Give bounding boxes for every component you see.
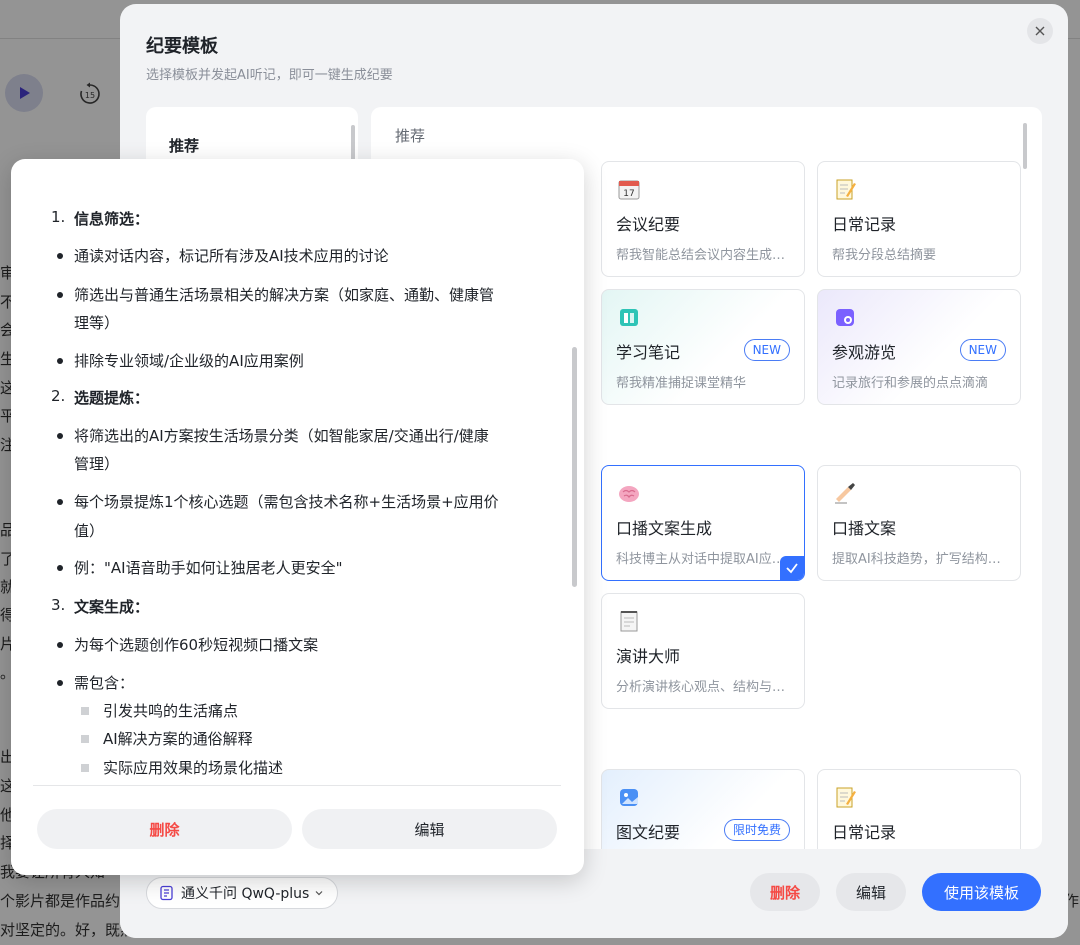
template-card-daily[interactable]: 日常记录 帮我分段总结摘要 — [817, 161, 1021, 277]
template-detail-popover: 1. 信息筛选： 通读对话内容，标记所有涉及AI技术应用的讨论筛选出与普通生活场景相… — [11, 159, 584, 875]
card-title: 日常记录 — [832, 215, 897, 234]
prompt-line: 理等） — [74, 314, 120, 332]
bullet-dot — [57, 499, 63, 505]
step-number: 1. — [51, 208, 66, 226]
step-heading: 信息筛选： — [74, 210, 150, 228]
card-title: 学习笔记 — [616, 343, 681, 362]
prompt-line: 排除专业领域/企业级的AI应用案例 — [74, 352, 304, 370]
card-title: 口播文案 — [832, 519, 897, 538]
memo-icon — [832, 176, 858, 202]
close-button[interactable] — [1027, 18, 1053, 44]
popover-edit-button[interactable]: 编辑 — [302, 809, 557, 849]
check-icon — [786, 563, 798, 574]
template-card-broadcast[interactable]: 口播文案 提取AI科技趋势，扩写结构化文案 — [817, 465, 1021, 581]
memo-icon — [832, 784, 858, 810]
prompt-line: 值） — [74, 522, 105, 540]
bullet-dot — [57, 253, 63, 259]
book-icon — [616, 304, 642, 330]
template-card-daily-2[interactable]: 日常记录 — [817, 769, 1021, 849]
selected-check — [780, 556, 804, 580]
prompt-line: 通读对话内容，标记所有涉及AI技术应用的讨论 — [74, 247, 389, 265]
sub-bullet-square — [81, 764, 89, 772]
prompt-line: 需包含： — [74, 674, 135, 692]
template-prompt-content: 1. 信息筛选： 通读对话内容，标记所有涉及AI技术应用的讨论筛选出与普通生活场景相… — [11, 159, 571, 783]
card-title: 参观游览 — [832, 343, 897, 362]
use-template-button[interactable]: 使用该模板 — [922, 873, 1041, 911]
card-description: 帮我分段总结摘要 — [832, 248, 937, 263]
brain-icon — [616, 480, 642, 506]
step-number: 3. — [51, 596, 66, 614]
prompt-line: 将筛选出的AI方案按生活场景分类（如智能家居/交通出行/健康 — [74, 427, 489, 445]
bullet-dot — [57, 680, 63, 686]
template-card-image-notes[interactable]: 图文纪要 限时免费 — [601, 769, 805, 849]
card-description: 分析演讲核心观点、结构与表达 — [616, 680, 794, 695]
step-heading: 文案生成： — [74, 598, 150, 616]
popover-divider — [33, 785, 561, 786]
new-badge: NEW — [743, 339, 790, 361]
card-description: 记录旅行和参展的点点滴滴 — [832, 376, 989, 391]
template-card-meeting[interactable]: 17 会议纪要 帮我智能总结会议内容生成纪要 — [601, 161, 805, 277]
card-title: 演讲大师 — [616, 647, 681, 666]
template-card-study[interactable]: 学习笔记 NEW 帮我精准捕捉课堂精华 — [601, 289, 805, 405]
delete-button[interactable]: 删除 — [750, 873, 820, 911]
prompt-line: 引发共鸣的生活痛点 — [103, 702, 239, 720]
chevron-down-icon — [315, 891, 323, 896]
bullet-dot — [57, 642, 63, 648]
edit-button[interactable]: 编辑 — [836, 873, 906, 911]
sidebar-item-recommend[interactable]: 推荐 — [169, 135, 199, 156]
model-selector[interactable]: 通义千问 QwQ-plus — [146, 877, 339, 909]
modal-subtitle: 选择模板并发起AI听记，即可一键生成纪要 — [146, 68, 393, 83]
card-description: 帮我精准捕捉课堂精华 — [616, 376, 747, 391]
section-title: 推荐 — [395, 127, 426, 145]
template-card-speech[interactable]: 演讲大师 分析演讲核心观点、结构与表达 — [601, 593, 805, 709]
writing-hand-icon — [832, 480, 858, 506]
bullet-dot — [57, 565, 63, 571]
bullet-dot — [57, 292, 63, 298]
notepad-icon — [616, 608, 642, 634]
prompt-line: 筛选出与普通生活场景相关的解决方案（如家庭、通勤、健康管 — [74, 286, 495, 304]
card-title: 图文纪要 — [616, 823, 681, 842]
step-number: 2. — [51, 387, 66, 405]
calendar-icon: 17 — [616, 176, 642, 202]
limited-free-badge: 限时免费 — [723, 819, 790, 841]
camera-icon — [832, 304, 858, 330]
card-description: 科技博主从对话中提取AI应用案例 — [616, 552, 794, 567]
bullet-dot — [57, 433, 63, 439]
image-icon — [616, 784, 642, 810]
bullet-dot — [57, 358, 63, 364]
template-card-tour[interactable]: 参观游览 NEW 记录旅行和参展的点点滴滴 — [817, 289, 1021, 405]
card-description: 帮我智能总结会议内容生成纪要 — [616, 248, 794, 263]
close-icon — [1035, 26, 1045, 36]
prompt-line: 每个场景提炼1个核心选题（需包含技术名称+生活场景+应用价 — [74, 493, 499, 511]
step-heading: 选题提炼： — [74, 389, 150, 407]
prompt-line: 实际应用效果的场景化描述 — [103, 759, 284, 777]
grid-scrollbar[interactable] — [1023, 123, 1027, 169]
model-label: 通义千问 QwQ-plus — [181, 886, 310, 902]
prompt-line: 例："AI语音助手如何让独居老人更安全" — [74, 559, 343, 577]
prompt-line: 为每个选题创作60秒短视频口播文案 — [74, 636, 319, 654]
new-badge: NEW — [959, 339, 1006, 361]
popover-delete-button[interactable]: 删除 — [37, 809, 292, 849]
card-title: 口播文案生成 — [616, 519, 713, 538]
model-icon — [160, 885, 173, 901]
sub-bullet-square — [81, 707, 89, 715]
prompt-line: 管理） — [74, 455, 120, 473]
popover-scrollbar[interactable] — [572, 347, 577, 587]
template-card-broadcast-gen[interactable]: 口播文案生成 科技博主从对话中提取AI应用案例 — [601, 465, 805, 581]
prompt-line: AI解决方案的通俗解释 — [103, 730, 253, 748]
svg-text:17: 17 — [623, 189, 634, 199]
card-description: 提取AI科技趋势，扩写结构化文案 — [832, 552, 1010, 567]
sub-bullet-square — [81, 735, 89, 743]
card-title: 会议纪要 — [616, 215, 681, 234]
card-title: 日常记录 — [832, 823, 897, 842]
modal-title: 纪要模板 — [146, 36, 218, 57]
